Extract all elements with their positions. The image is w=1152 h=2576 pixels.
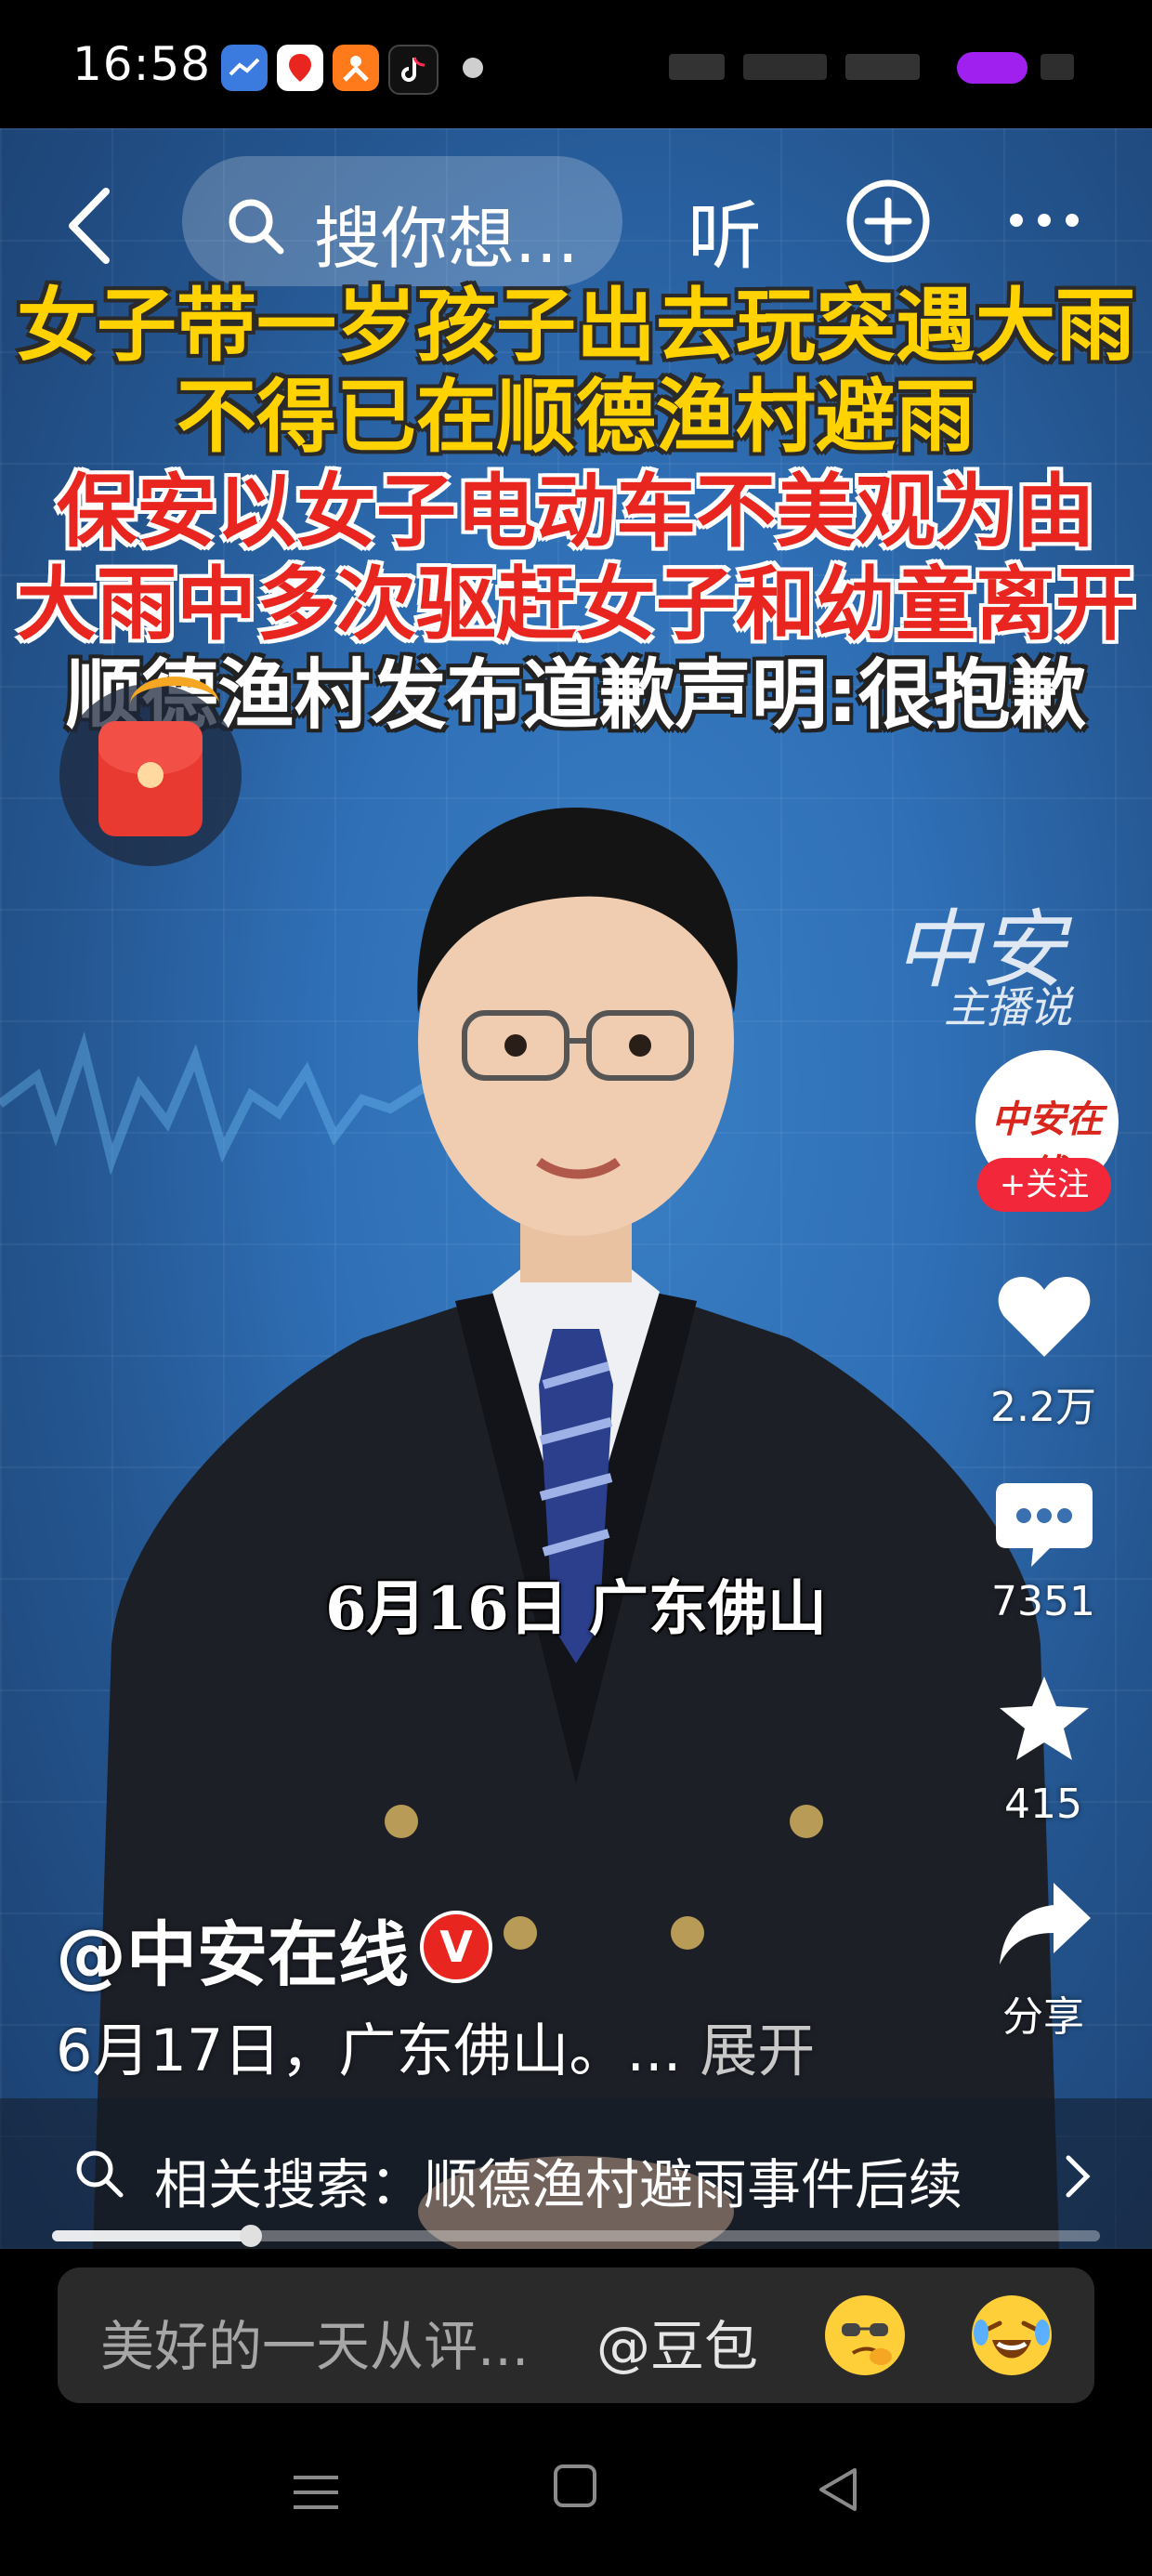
video-progress-fill xyxy=(52,2230,251,2241)
related-search-icon xyxy=(76,2150,124,2198)
listen-button[interactable]: 听 xyxy=(687,177,762,284)
comment-icon[interactable] xyxy=(994,1478,1094,1571)
laughing-crying-emoji-icon[interactable] xyxy=(972,2295,1052,2375)
taobao-app-icon xyxy=(333,45,379,91)
nav-back-triangle-icon[interactable] xyxy=(814,2464,860,2515)
weather-app-icon xyxy=(221,45,268,91)
status-time: 16:58 xyxy=(72,37,212,91)
follow-button[interactable]: +关注 xyxy=(977,1158,1111,1212)
post-description[interactable]: 6月17日，广东佛山。... 展开 xyxy=(56,2004,815,2087)
headline-line-4: 大雨中多次驱赶女子和幼童离开 xyxy=(17,559,1135,651)
search-placeholder: 搜你想... xyxy=(314,200,579,278)
heart-icon[interactable] xyxy=(994,1271,1094,1364)
add-circle-icon[interactable] xyxy=(845,178,931,264)
search-icon xyxy=(229,199,284,255)
home-square-icon[interactable] xyxy=(552,2463,598,2509)
headline-line-3: 保安以女子电动车不美观为由 xyxy=(57,466,1095,559)
recent-apps-icon[interactable] xyxy=(290,2472,342,2513)
back-arrow-icon[interactable] xyxy=(61,184,117,268)
expand-link[interactable]: 展开 xyxy=(700,2017,815,2084)
comment-placeholder: 美好的一天从评... xyxy=(100,2315,530,2378)
chevron-right-icon[interactable] xyxy=(1065,2154,1091,2199)
watermark-subtitle: 主播说 xyxy=(944,982,1072,1032)
comment-count: 7351 xyxy=(991,1578,1095,1625)
map-app-icon xyxy=(277,45,323,91)
notification-dot-icon xyxy=(463,58,483,78)
share-label: 分享 xyxy=(1002,1993,1084,2041)
author-name[interactable]: @中安在线 xyxy=(56,1898,409,2000)
red-packet-seal xyxy=(137,762,164,788)
headline-line-2: 不得已在顺德渔村避雨 xyxy=(177,371,975,464)
favorite-count: 415 xyxy=(1004,1781,1082,1828)
description-text: 6月17日，广东佛山。... xyxy=(56,2017,682,2084)
tiktok-app-icon xyxy=(388,45,439,95)
related-search-text: 相关搜索：顺德渔村避雨事件后续 xyxy=(154,2153,963,2216)
thinking-emoji-icon[interactable] xyxy=(825,2295,905,2375)
headline-line-1: 女子带一岁孩子出去玩突遇大雨 xyxy=(17,280,1135,373)
mention-doubao-button[interactable]: @豆包 xyxy=(596,2303,758,2381)
video-progress-handle[interactable] xyxy=(240,2225,262,2247)
more-options-icon[interactable] xyxy=(1007,209,1081,231)
like-count: 2.2万 xyxy=(990,1384,1096,1431)
share-arrow-icon[interactable] xyxy=(994,1877,1094,1970)
battery-indicator-icon xyxy=(957,52,1028,84)
verified-badge-icon: V xyxy=(420,1911,492,1983)
star-icon[interactable] xyxy=(994,1673,1094,1766)
